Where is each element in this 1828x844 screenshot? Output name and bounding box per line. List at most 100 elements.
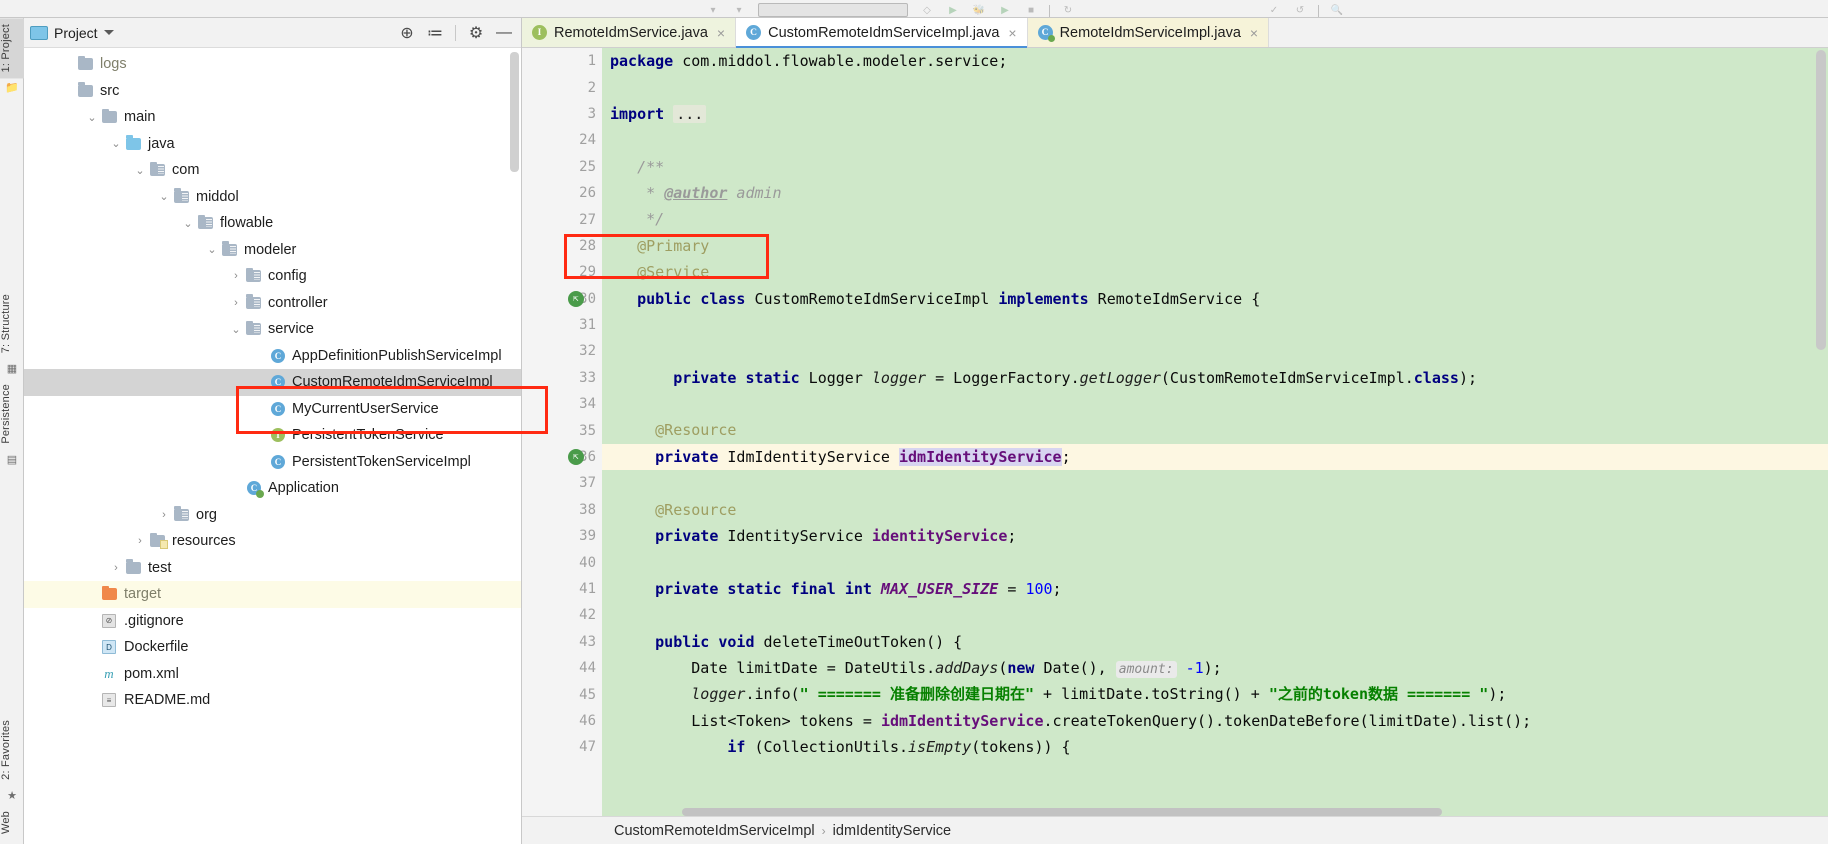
run-with-coverage-icon[interactable]: ▶ [992, 3, 1018, 17]
gutter-line[interactable]: 38 [522, 497, 602, 523]
tree-row[interactable]: C AppDefinitionPublishServiceImpl [24, 343, 521, 370]
folded-imports[interactable]: ... [673, 104, 707, 123]
gutter-line[interactable]: 34 [522, 391, 602, 417]
gutter-line[interactable]: 1 [522, 48, 602, 74]
tree-row[interactable]: › resources [24, 528, 521, 555]
close-icon[interactable]: × [1250, 25, 1258, 41]
module-selector-icon[interactable]: ▾ [726, 3, 752, 17]
chevron-right-icon[interactable]: › [156, 507, 172, 523]
editor-tab[interactable]: C CustomRemoteIdmServiceImpl.java × [736, 18, 1028, 48]
tree-row[interactable]: ⌄ modeler [24, 237, 521, 264]
horizontal-scrollbar[interactable] [682, 808, 1442, 816]
tree-row[interactable]: ≡ README.md [24, 687, 521, 714]
implemented-by-gutter-icon[interactable]: ⇱ [568, 290, 584, 307]
tree-row[interactable]: ⌄ middol [24, 184, 521, 211]
gutter-line[interactable]: ⇱ 30 [522, 286, 602, 312]
gutter-line[interactable]: 41 [522, 576, 602, 602]
breadcrumb-member[interactable]: idmIdentityService [833, 823, 951, 839]
tree-row[interactable]: › config [24, 263, 521, 290]
gutter-line[interactable]: ⇱ 36 [522, 444, 602, 470]
commit-icon[interactable]: ✓ [1261, 3, 1287, 17]
gutter-line[interactable]: 31 [522, 312, 602, 338]
code-viewport[interactable]: 1 2 3 24 25 26 27 28 29 ⇱ 30 31 32 33 34 35 ⇱ 36 37 38 39 40 4… [522, 48, 1828, 816]
build-icon[interactable]: ◇ [914, 3, 940, 17]
chevron-down-icon[interactable]: ⌄ [180, 215, 196, 231]
run-icon[interactable]: ▶ [940, 3, 966, 17]
tree-row[interactable]: logs [24, 51, 521, 78]
hide-panel-icon[interactable]: — [493, 22, 515, 44]
chevron-down-icon[interactable] [103, 30, 114, 35]
implemented-by-gutter-icon[interactable]: ⇱ [568, 449, 584, 466]
chevron-right-icon[interactable]: › [228, 295, 244, 311]
gutter-line[interactable]: 35 [522, 417, 602, 443]
editor-tab[interactable]: I RemoteIdmService.java × [522, 18, 737, 47]
gutter-line[interactable]: 29 [522, 259, 602, 285]
run-configuration-combo[interactable] [758, 3, 908, 17]
field-idmidentityservice[interactable]: idmIdentityService [899, 447, 1062, 466]
tree-row[interactable]: › controller [24, 290, 521, 317]
chevron-right-icon[interactable]: › [132, 533, 148, 549]
gear-icon[interactable]: ⚙ [465, 22, 487, 44]
gutter-line[interactable]: 25 [522, 154, 602, 180]
vertical-scrollbar[interactable] [1816, 50, 1826, 350]
breadcrumb-class[interactable]: CustomRemoteIdmServiceImpl [614, 823, 815, 839]
gutter-line[interactable]: 44 [522, 655, 602, 681]
collapse-all-icon[interactable]: ≔ [424, 22, 446, 44]
tree-row[interactable]: ⌄ com [24, 157, 521, 184]
rail-button-structure[interactable]: 7: Structure [0, 288, 24, 359]
tree-row[interactable]: C Application [24, 475, 521, 502]
gutter-line[interactable]: 42 [522, 602, 602, 628]
gutter-line[interactable]: 43 [522, 629, 602, 655]
rail-button-project[interactable]: 1: Project [0, 18, 24, 79]
project-tree[interactable]: logs src ⌄ main ⌄ java ⌄ com ⌄ middol ⌄ flowable ⌄ mo… [24, 48, 521, 844]
close-icon[interactable]: × [717, 25, 725, 41]
gutter-line[interactable]: 24 [522, 127, 602, 153]
tree-row[interactable]: ⌄ service [24, 316, 521, 343]
editor-tab[interactable]: C RemoteIdmServiceImpl.java × [1027, 18, 1270, 47]
gutter-line[interactable]: 40 [522, 549, 602, 575]
rail-button-persistence[interactable]: Persistence [0, 378, 24, 450]
rail-button-favorites[interactable]: 2: Favorites [0, 714, 24, 786]
gutter-line[interactable]: 33 [522, 365, 602, 391]
chevron-down-icon[interactable]: ⌄ [84, 109, 100, 125]
gutter-line[interactable]: 2 [522, 74, 602, 100]
tree-row[interactable]: ⌄ main [24, 104, 521, 131]
close-icon[interactable]: × [1008, 25, 1016, 41]
chevron-down-icon[interactable]: ⌄ [132, 162, 148, 178]
chevron-right-icon[interactable]: › [228, 268, 244, 284]
search-everywhere-icon[interactable]: 🔍 [1324, 3, 1350, 17]
tree-row[interactable]: ⌄ java [24, 131, 521, 158]
tree-row[interactable]: › test [24, 555, 521, 582]
chevron-down-icon[interactable]: ⌄ [156, 189, 172, 205]
gutter-line[interactable]: 46 [522, 708, 602, 734]
gutter-line[interactable]: 3 [522, 101, 602, 127]
tree-row[interactable]: ⊘ .gitignore [24, 608, 521, 635]
gutter-line[interactable]: 26 [522, 180, 602, 206]
tree-row[interactable]: › org [24, 502, 521, 529]
gutter-line[interactable]: 47 [522, 734, 602, 760]
tree-row[interactable]: src [24, 78, 521, 105]
tree-row[interactable]: C PersistentTokenServiceImpl [24, 449, 521, 476]
tree-row[interactable]: m pom.xml [24, 661, 521, 688]
gutter-line[interactable]: 37 [522, 470, 602, 496]
update-project-icon[interactable]: ↻ [1055, 3, 1081, 17]
gutter-line[interactable]: 27 [522, 206, 602, 232]
chevron-down-icon[interactable]: ⌄ [228, 321, 244, 337]
project-selector-icon[interactable]: ▾ [700, 3, 726, 17]
tree-row[interactable]: C CustomRemoteIdmServiceImpl [24, 369, 521, 396]
gutter-line[interactable]: 39 [522, 523, 602, 549]
gutter-line[interactable]: 28 [522, 233, 602, 259]
chevron-right-icon[interactable]: › [108, 560, 124, 576]
line-number-gutter[interactable]: 1 2 3 24 25 26 27 28 29 ⇱ 30 31 32 33 34 35 ⇱ 36 37 38 39 40 4… [522, 48, 602, 816]
tree-row[interactable]: target [24, 581, 521, 608]
chevron-down-icon[interactable]: ⌄ [108, 136, 124, 152]
history-icon[interactable]: ↺ [1287, 3, 1313, 17]
stop-icon[interactable]: ■ [1018, 3, 1044, 17]
tree-row[interactable]: D Dockerfile [24, 634, 521, 661]
debug-icon[interactable]: 🐝 [966, 3, 992, 17]
tree-row[interactable]: C MyCurrentUserService [24, 396, 521, 423]
chevron-down-icon[interactable]: ⌄ [204, 242, 220, 258]
rail-button-web[interactable]: Web [0, 805, 24, 840]
gutter-line[interactable]: 45 [522, 681, 602, 707]
tree-row[interactable]: I PersistentTokenService [24, 422, 521, 449]
